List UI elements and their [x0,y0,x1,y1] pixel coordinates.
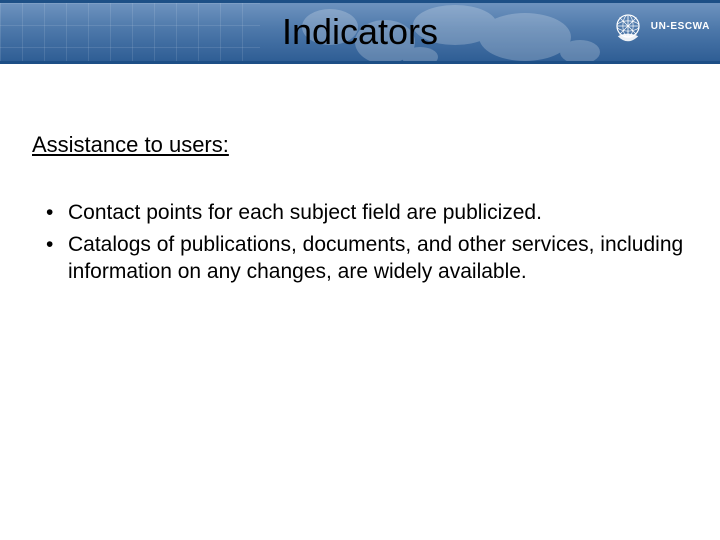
slide: Indicators UN-ESCWA Assistance to users: [0,0,720,540]
bullet-list: Contact points for each subject field ar… [32,200,688,285]
org-label: UN-ESCWA [651,21,710,32]
list-item: Contact points for each subject field ar… [46,200,688,226]
section-title: Assistance to users: [32,132,688,158]
slide-body: Assistance to users: Contact points for … [0,64,720,285]
un-emblem-icon [611,9,645,43]
list-item: Catalogs of publications, documents, and… [46,232,688,285]
header-band: Indicators UN-ESCWA [0,0,720,64]
org-logo: UN-ESCWA [611,9,710,43]
